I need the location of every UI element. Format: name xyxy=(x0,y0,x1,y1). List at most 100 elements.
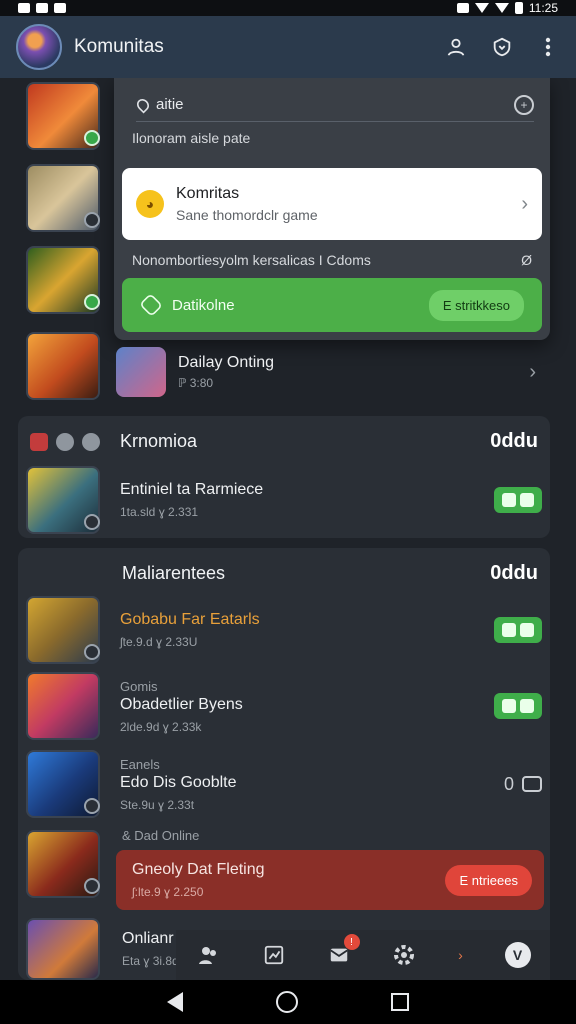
chat-icon xyxy=(502,623,516,637)
community-card: Maliarentees 0ddu Gobabu Far Eatarls ʃte… xyxy=(18,548,550,980)
game-thumbnail[interactable] xyxy=(26,82,100,150)
daily-row[interactable]: Dailay Onting ℙ 3:80 › xyxy=(114,340,550,404)
join-button[interactable] xyxy=(494,617,542,643)
item-subtitle: 2lde.9d ɣ 2.33k xyxy=(120,719,202,734)
game-thumbnail xyxy=(26,596,100,664)
signal-icon xyxy=(494,3,509,13)
dropdown-note: Nonombortiesyolm kersalicas I Cdoms Ø xyxy=(132,252,532,268)
content-area: aitie + Ilonoram aisle pate ◕ Komritas S… xyxy=(0,78,576,980)
check-icon xyxy=(520,699,534,713)
chat-icon xyxy=(502,493,516,507)
chevron-right-icon: › xyxy=(529,360,536,383)
card-value: 0ddu xyxy=(490,562,538,584)
gear-icon[interactable] xyxy=(82,432,100,451)
avatar[interactable] xyxy=(16,24,62,70)
app-bar: Komunitas xyxy=(0,16,576,78)
note-text: Nonombortiesyolm kersalicas I Cdoms xyxy=(132,252,371,268)
recents-icon[interactable] xyxy=(391,993,410,1011)
battery-icon xyxy=(514,2,523,14)
item-subtitle: Ste.9u ɣ 2.33t xyxy=(120,797,195,812)
heart-icon xyxy=(139,293,163,317)
game-thumbnail[interactable] xyxy=(26,164,100,232)
sync-icon[interactable] xyxy=(56,432,74,451)
youtube-icon[interactable] xyxy=(30,432,48,451)
status-badge xyxy=(84,798,100,814)
banner-button[interactable]: E ntrieees xyxy=(445,864,532,896)
status-badge xyxy=(84,294,100,310)
daily-subtitle: ℙ 3:80 xyxy=(178,376,214,390)
status-badge xyxy=(84,212,100,228)
item-title: Obadetlier Byens xyxy=(120,695,243,713)
home-icon[interactable] xyxy=(275,991,298,1013)
person-icon[interactable] xyxy=(444,35,468,59)
shield-heart-icon[interactable] xyxy=(490,35,514,59)
mail-tab-icon[interactable]: ! xyxy=(326,934,360,968)
game-thumbnail[interactable] xyxy=(26,830,100,898)
list-item[interactable]: Eanels Edo Dis Gooblte Ste.9u ɣ 2.33t 0 xyxy=(26,746,542,822)
green-action-label: Datikolne xyxy=(172,296,235,314)
item-subtitle: ʃte.9.d ɣ 2.33U xyxy=(120,635,198,649)
system-nav-bar xyxy=(0,980,576,1024)
verified-icon[interactable]: V xyxy=(504,942,531,968)
item-category: Eanels xyxy=(120,756,160,772)
option-subtitle: Sane thomordclr game xyxy=(176,207,318,223)
smiley-icon: ◕ xyxy=(136,190,164,218)
banner-title: Gneoly Dat Fleting xyxy=(132,861,265,878)
extra-label: & Dad Online xyxy=(122,828,200,843)
daily-title: Dailay Onting xyxy=(178,354,275,371)
status-badge xyxy=(84,644,100,660)
option-title: Komritas xyxy=(176,185,240,202)
alarm-icon xyxy=(456,3,469,13)
game-thumbnail[interactable] xyxy=(26,246,100,314)
page-title: Komunitas xyxy=(74,36,164,57)
notification-badge-icon: ! xyxy=(343,934,360,950)
chart-tab-icon[interactable] xyxy=(261,942,287,968)
list-item[interactable]: Entiniel ta Rarmiece 1ta.sld ɣ 2.331 xyxy=(26,462,542,538)
check-icon xyxy=(520,623,534,637)
community-card: Krnomioa 0ddu Entiniel ta Rarmiece 1ta.s… xyxy=(18,416,550,538)
note-icon: Ø xyxy=(521,252,532,268)
game-thumbnail[interactable] xyxy=(26,918,100,980)
bottom-tab-bar: ! › V xyxy=(176,930,550,980)
message-icon xyxy=(54,3,66,13)
item-subtitle: 1ta.sld ɣ 2.331 xyxy=(120,505,199,519)
check-icon xyxy=(520,493,534,507)
game-thumbnail xyxy=(26,672,100,740)
more-vert-icon[interactable] xyxy=(536,35,560,59)
back-icon[interactable] xyxy=(166,992,183,1012)
community-dropdown: aitie + Ilonoram aisle pate ◕ Komritas S… xyxy=(114,78,550,340)
list-item[interactable]: Gomis Obadetlier Byens 2lde.9d ɣ 2.33k xyxy=(26,668,542,744)
item-title: Entiniel ta Rarmiece xyxy=(120,481,264,498)
status-badge xyxy=(84,514,100,530)
join-button[interactable] xyxy=(494,487,542,513)
item-title: Gobabu Far Eatarls xyxy=(120,611,260,628)
search-value: aitie xyxy=(156,96,184,113)
game-thumbnail xyxy=(26,466,100,534)
game-thumbnail xyxy=(26,750,100,818)
card-title: Maliarentees xyxy=(122,563,226,583)
join-button[interactable] xyxy=(494,693,542,719)
promo-banner[interactable]: Gneoly Dat Fleting ʃ:lte.9 ɣ 2.250 E ntr… xyxy=(116,850,544,910)
add-icon[interactable]: + xyxy=(514,94,534,115)
game-thumbnail[interactable] xyxy=(26,332,100,400)
green-action-button[interactable]: E stritkkeso xyxy=(428,289,524,321)
community-tab-icon[interactable] xyxy=(196,942,222,968)
chat-outline-icon xyxy=(522,776,542,792)
ghost-action[interactable]: 0 xyxy=(504,774,542,795)
chevron-right-icon[interactable]: › xyxy=(456,942,466,968)
list-item[interactable]: Gobabu Far Eatarls ʃte.9.d ɣ 2.33U xyxy=(26,592,542,668)
status-time: 11:25 xyxy=(528,1,558,15)
banner-subtitle: ʃ:lte.9 ɣ 2.250 xyxy=(132,885,204,899)
community-option-card[interactable]: ◕ Komritas Sane thomordclr game › xyxy=(122,168,542,240)
dropdown-search[interactable]: aitie + xyxy=(134,88,534,122)
green-action-row[interactable]: Datikolne E stritkkeso xyxy=(122,278,542,332)
gear-icon[interactable] xyxy=(391,942,417,968)
status-bar: 11:25 xyxy=(0,0,576,16)
status-badge xyxy=(84,130,100,146)
wifi-icon xyxy=(474,3,489,13)
chevron-right-icon: › xyxy=(521,192,528,215)
dropdown-section-label: Ilonoram aisle pate xyxy=(132,130,251,146)
card-value: 0ddu xyxy=(490,430,538,452)
ghost-value: 0 xyxy=(503,773,514,794)
app-icon xyxy=(36,3,48,13)
